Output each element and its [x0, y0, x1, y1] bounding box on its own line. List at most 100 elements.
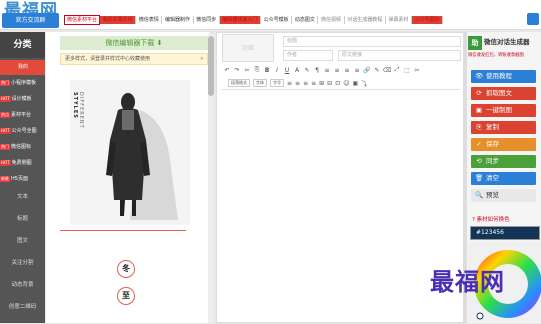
toolbar-tool-icon[interactable]: ✂: [242, 67, 252, 74]
category-item[interactable]: 新推 H5页面: [0, 172, 45, 187]
hot-badge: HOT: [0, 128, 11, 134]
category-item[interactable]: HOT 免费侧图: [0, 156, 45, 171]
toolbar-tool-icon[interactable]: 🔗: [362, 67, 372, 74]
button-icon: 🔍: [475, 191, 484, 199]
category-item[interactable]: 热门 小程序模板: [0, 76, 45, 91]
action-button[interactable]: 🗑 清空: [471, 172, 536, 185]
material-scrollbar[interactable]: [208, 34, 214, 323]
nav-link[interactable]: 动态图文: [292, 16, 319, 24]
toolbar-tool-icon[interactable]: I: [272, 67, 282, 74]
category-section[interactable]: 关注分割: [0, 252, 45, 274]
button-icon: ⎘: [476, 123, 482, 131]
action-button[interactable]: ✓ 保存: [471, 138, 536, 151]
toolbar-tool-icon[interactable]: ≡: [352, 67, 362, 74]
toolbar-tool-icon[interactable]: ≡: [287, 80, 292, 87]
toolbar-tool-icon[interactable]: ▣: [352, 80, 358, 87]
circle-char-1[interactable]: 冬: [117, 260, 135, 278]
toolbar-tool-icon[interactable]: ✎: [372, 67, 382, 74]
toolbar-tool-icon[interactable]: ≡: [303, 80, 308, 87]
generator-title[interactable]: 微信对话生成器: [484, 36, 541, 46]
action-button[interactable]: ⟲ 同步: [471, 155, 536, 168]
toolbar-tool-icon[interactable]: ≡: [332, 67, 342, 74]
nav-link[interactable]: 编辑器制作: [162, 16, 194, 24]
category-section[interactable]: 图文: [0, 230, 45, 252]
cover-image-upload[interactable]: 封面: [222, 34, 274, 62]
toolbar-tool-icon[interactable]: ¶: [312, 67, 322, 74]
category-section[interactable]: 创意二维码: [0, 296, 45, 318]
nav-link[interactable]: 我的文章在线: [100, 16, 137, 24]
toolbar-tool-icon[interactable]: A: [292, 67, 302, 74]
category-label: 我的: [18, 64, 29, 70]
action-button[interactable]: 👁 使用教程: [471, 70, 536, 83]
category-section[interactable]: 标题: [0, 208, 45, 230]
toolbar-tool-icon[interactable]: ≡: [342, 67, 352, 74]
more-styles-notice: 更多样式，请登录并样式中心收藏使用 ✕: [60, 53, 208, 65]
user-icon[interactable]: [527, 13, 539, 25]
format-select[interactable]: 段落格式: [228, 79, 250, 87]
nav-link[interactable]: 弹幕素材: [386, 16, 413, 24]
category-item[interactable]: 我的: [0, 60, 45, 75]
toolbar-tool-icon[interactable]: B: [262, 67, 272, 74]
size-select[interactable]: 字号: [270, 79, 284, 87]
circle-char-2[interactable]: 至: [117, 287, 135, 305]
help-icon: ?: [472, 217, 475, 223]
nav-link[interactable]: 公众号图标: [412, 16, 444, 24]
toolbar-tool-icon[interactable]: ⊡: [335, 80, 340, 87]
toolbar-tool-icon[interactable]: ⤢: [392, 66, 402, 74]
category-section[interactable]: 文本: [0, 186, 45, 208]
generator-subtitle[interactable]: 微信收发红包，转账收款截图: [468, 52, 541, 60]
author-input[interactable]: 作者: [283, 50, 333, 61]
category-label: H5页面: [11, 176, 28, 182]
toolbar-tool-icon[interactable]: ✎: [302, 67, 312, 74]
divider: [60, 230, 186, 231]
category-item[interactable]: HOT 公众号全图: [0, 124, 45, 139]
category-label: 免费侧图: [11, 160, 32, 166]
toolbar-tool-icon[interactable]: ≡: [311, 80, 316, 87]
category-item[interactable]: HOT 设计模板: [0, 92, 45, 107]
toolbar-tool-icon[interactable]: ✂: [412, 67, 422, 74]
source-link-input[interactable]: 原文链接: [338, 50, 461, 61]
category-item[interactable]: 热点 素材平台: [0, 108, 45, 123]
download-icon: ⬇: [156, 39, 163, 47]
font-select[interactable]: 字体: [253, 79, 267, 87]
action-button[interactable]: ▣ 一键制图: [471, 104, 536, 117]
toolbar-tool-icon[interactable]: ≡: [322, 67, 332, 74]
editor-download-button[interactable]: 微信编辑器下载 ⬇: [60, 36, 208, 50]
scrollbar-thumb[interactable]: [208, 36, 214, 96]
category-item[interactable]: 热门 微信图标: [0, 140, 45, 155]
category-label: 微信图标: [11, 144, 32, 150]
toolbar-tool-icon[interactable]: ↷: [232, 67, 242, 74]
nav-link[interactable]: 编辑器快速入门: [219, 16, 262, 24]
hex-color-input[interactable]: #123456: [470, 226, 540, 240]
nav-link[interactable]: 微信同步: [194, 16, 220, 24]
toolbar-tool-icon[interactable]: ⌫: [382, 67, 392, 74]
style-preview-image[interactable]: [70, 80, 190, 225]
toolbar-tool-icon[interactable]: ☺: [343, 80, 349, 87]
button-label: 清空: [486, 174, 499, 182]
toolbar-tool-icon[interactable]: ⊞: [319, 80, 324, 87]
nav-link[interactable]: 对话生成器教程: [345, 16, 386, 24]
qq-group-button[interactable]: 官方交流群: [2, 13, 59, 28]
close-icon[interactable]: ✕: [200, 54, 204, 64]
nav-link[interactable]: 微信表情: [136, 16, 163, 24]
category-section[interactable]: 动态背景: [0, 274, 45, 296]
toolbar-tool-icon[interactable]: ⊟: [327, 80, 332, 87]
hot-badge: 热门: [0, 144, 10, 150]
category-header: 分类: [0, 32, 45, 58]
nav-link[interactable]: 微信素材平台: [64, 15, 101, 25]
title-input[interactable]: 标题: [283, 36, 461, 47]
action-button[interactable]: ⟳ 抓取图文: [471, 87, 536, 100]
nav-link[interactable]: 公众号模板: [261, 16, 293, 24]
toolbar-tool-icon[interactable]: ⤵: [361, 79, 367, 88]
action-button[interactable]: ⎘ 复制: [471, 121, 536, 134]
toolbar-tool-icon[interactable]: ≡: [295, 80, 300, 87]
action-button[interactable]: 🔍 预览: [471, 189, 536, 202]
nav-link[interactable]: 微信视频: [318, 16, 345, 24]
toolbar-tool-icon[interactable]: ⬚: [402, 67, 412, 74]
bg-color-help[interactable]: ? 素材如何换色: [472, 215, 540, 223]
toolbar-tool-icon[interactable]: ⎘: [252, 66, 262, 74]
notice-text: 更多样式，请登录并样式中心收藏使用: [65, 56, 151, 62]
toolbar-tool-icon[interactable]: ↶: [222, 67, 232, 74]
button-label: 抓取图文: [486, 89, 512, 97]
toolbar-tool-icon[interactable]: U: [282, 67, 292, 74]
